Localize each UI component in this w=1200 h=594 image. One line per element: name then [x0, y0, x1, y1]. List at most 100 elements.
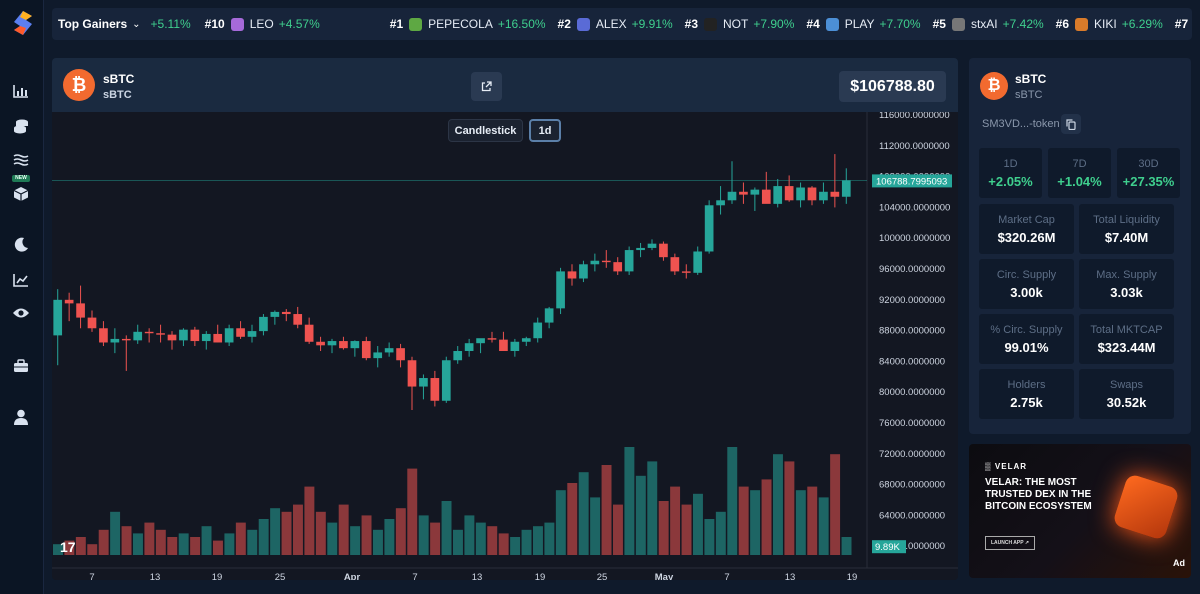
copy-icon	[1066, 118, 1076, 130]
stat-label: Swaps	[1109, 379, 1144, 391]
candle-body	[613, 262, 623, 272]
last-price-label: 106788.7995093	[876, 176, 947, 187]
volume-bar	[213, 540, 223, 555]
ad-launch-app-button[interactable]: LAUNCH APP ↗	[985, 536, 1036, 550]
candle-body	[464, 343, 474, 352]
stat-box: Market Cap $320.26M	[979, 204, 1074, 254]
stat-value: 99.01%	[1004, 340, 1049, 355]
chevron-down-icon[interactable]: ⌄	[132, 19, 140, 30]
ticker-change: +4.57%	[278, 17, 320, 31]
liquidity-waves-icon[interactable]	[11, 150, 31, 170]
ticker-item[interactable]: #5 stxAI +7.42%	[933, 17, 1044, 31]
volume-bar	[98, 529, 109, 555]
velar-ad-banner[interactable]: ▒ VELAR VELAR: THE MOST TRUSTED DEX IN T…	[969, 444, 1191, 578]
ticker-item[interactable]: #10 LEO +4.57%	[205, 17, 320, 31]
candle-body	[64, 299, 74, 304]
ticker-item[interactable]: #6 KIKI +6.29%	[1056, 17, 1163, 31]
candle-body	[316, 341, 325, 346]
candle-body	[270, 311, 280, 317]
ticker-item[interactable]: #2 ALEX +9.91%	[558, 17, 673, 31]
volume-bar	[281, 511, 292, 555]
ticker-item[interactable]: #1 PEPECOLA +16.50%	[390, 17, 546, 31]
volume-bar	[361, 515, 372, 555]
y-tick-label: 88000.0000000	[879, 326, 945, 337]
stat-label: Total Liquidity	[1093, 214, 1160, 226]
current-price: $106788.80	[839, 71, 946, 102]
sbtc-info-icon: ₿	[980, 72, 1008, 100]
ad-brand: ▒ VELAR	[985, 462, 1028, 471]
chart-bars-icon[interactable]	[11, 81, 31, 101]
top-gainers-ticker: Top Gainers ⌄ +5.11% #10 LEO +4.57% #1 PEPEC…	[52, 8, 1192, 40]
volume-bar	[670, 486, 681, 555]
volume-bar	[750, 490, 761, 555]
volume-bar	[293, 504, 303, 555]
ad-tag: Ad	[1173, 558, 1185, 568]
copy-address-button[interactable]	[1061, 114, 1081, 134]
candle-body	[281, 311, 291, 315]
stat-label: Circ. Supply	[996, 269, 1057, 281]
volume-bar	[613, 504, 623, 555]
stat-label: 30D	[1138, 158, 1159, 170]
app-logo-icon[interactable]	[12, 10, 34, 36]
x-tick-label: 19	[212, 572, 223, 580]
stat-box: Max. Supply 3.03k	[1079, 259, 1174, 309]
volume-bar	[578, 472, 589, 555]
candle-body	[533, 322, 543, 339]
external-link-button[interactable]	[471, 72, 502, 101]
ticker-token-name: LEO	[249, 17, 274, 31]
ticker-change: +6.29%	[1121, 17, 1163, 31]
chart-token-symbol: sBTC	[103, 89, 132, 101]
eye-icon[interactable]	[11, 303, 31, 323]
candle-body	[190, 329, 200, 342]
volume-bar	[304, 486, 315, 555]
coins-icon[interactable]	[11, 116, 31, 136]
x-tick-label: 13	[472, 572, 483, 580]
ticker-item[interactable]: #7NASTY+5.58%	[1175, 17, 1192, 31]
candle-body	[110, 338, 120, 343]
interval-button[interactable]: 1d	[529, 119, 561, 142]
y-tick-label: 116000.0000000	[879, 112, 950, 121]
trending-chart-icon[interactable]	[11, 270, 31, 290]
stat-box: Holders 2.75k	[979, 369, 1074, 419]
candle-body	[87, 317, 97, 329]
candle-body	[579, 264, 588, 279]
candle-body	[259, 316, 268, 332]
cube-icon[interactable]	[11, 184, 31, 204]
ticker-item[interactable]: #3 NOT +7.90%	[685, 17, 795, 31]
x-tick-label: 19	[535, 572, 546, 580]
candlestick-chart[interactable]: 116000.0000000112000.0000000108000.00000…	[52, 112, 958, 580]
candle-body	[636, 247, 645, 251]
ticker-title[interactable]: Top Gainers	[58, 17, 127, 31]
y-tick-label: 112000.0000000	[879, 141, 950, 152]
candle-body	[430, 378, 440, 401]
volume-bar	[818, 497, 829, 555]
ticker-change: +7.90%	[753, 17, 795, 31]
stat-value: 3.00k	[1010, 285, 1043, 300]
volume-bar	[715, 511, 726, 555]
user-icon[interactable]	[11, 407, 31, 427]
sbtc-token-icon: ₿	[63, 69, 95, 101]
candle-body	[304, 324, 314, 342]
moon-icon[interactable]	[11, 235, 31, 255]
candle-body	[201, 333, 211, 342]
candle-body	[236, 328, 245, 337]
volume-bar	[510, 537, 521, 555]
briefcase-icon[interactable]	[11, 356, 31, 376]
chart-type-button[interactable]: Candlestick	[448, 119, 523, 142]
candle-body	[487, 338, 497, 340]
x-tick-label: 25	[275, 572, 286, 580]
candle-body	[339, 341, 348, 349]
volume-bar	[178, 533, 189, 555]
stat-box: Circ. Supply 3.00k	[979, 259, 1074, 309]
candle-body	[590, 260, 600, 265]
pepecola-icon	[409, 17, 423, 31]
y-tick-label: 84000.0000000	[879, 356, 945, 367]
volume-bar	[521, 529, 532, 555]
volume-bar	[133, 533, 143, 555]
candle-body	[247, 331, 257, 337]
velar-logo-art	[1111, 472, 1181, 542]
volume-bar	[75, 537, 86, 555]
ticker-rank: #5	[932, 17, 946, 31]
volume-bar	[590, 497, 601, 555]
ticker-item[interactable]: #4 PLAY +7.70%	[806, 17, 920, 31]
